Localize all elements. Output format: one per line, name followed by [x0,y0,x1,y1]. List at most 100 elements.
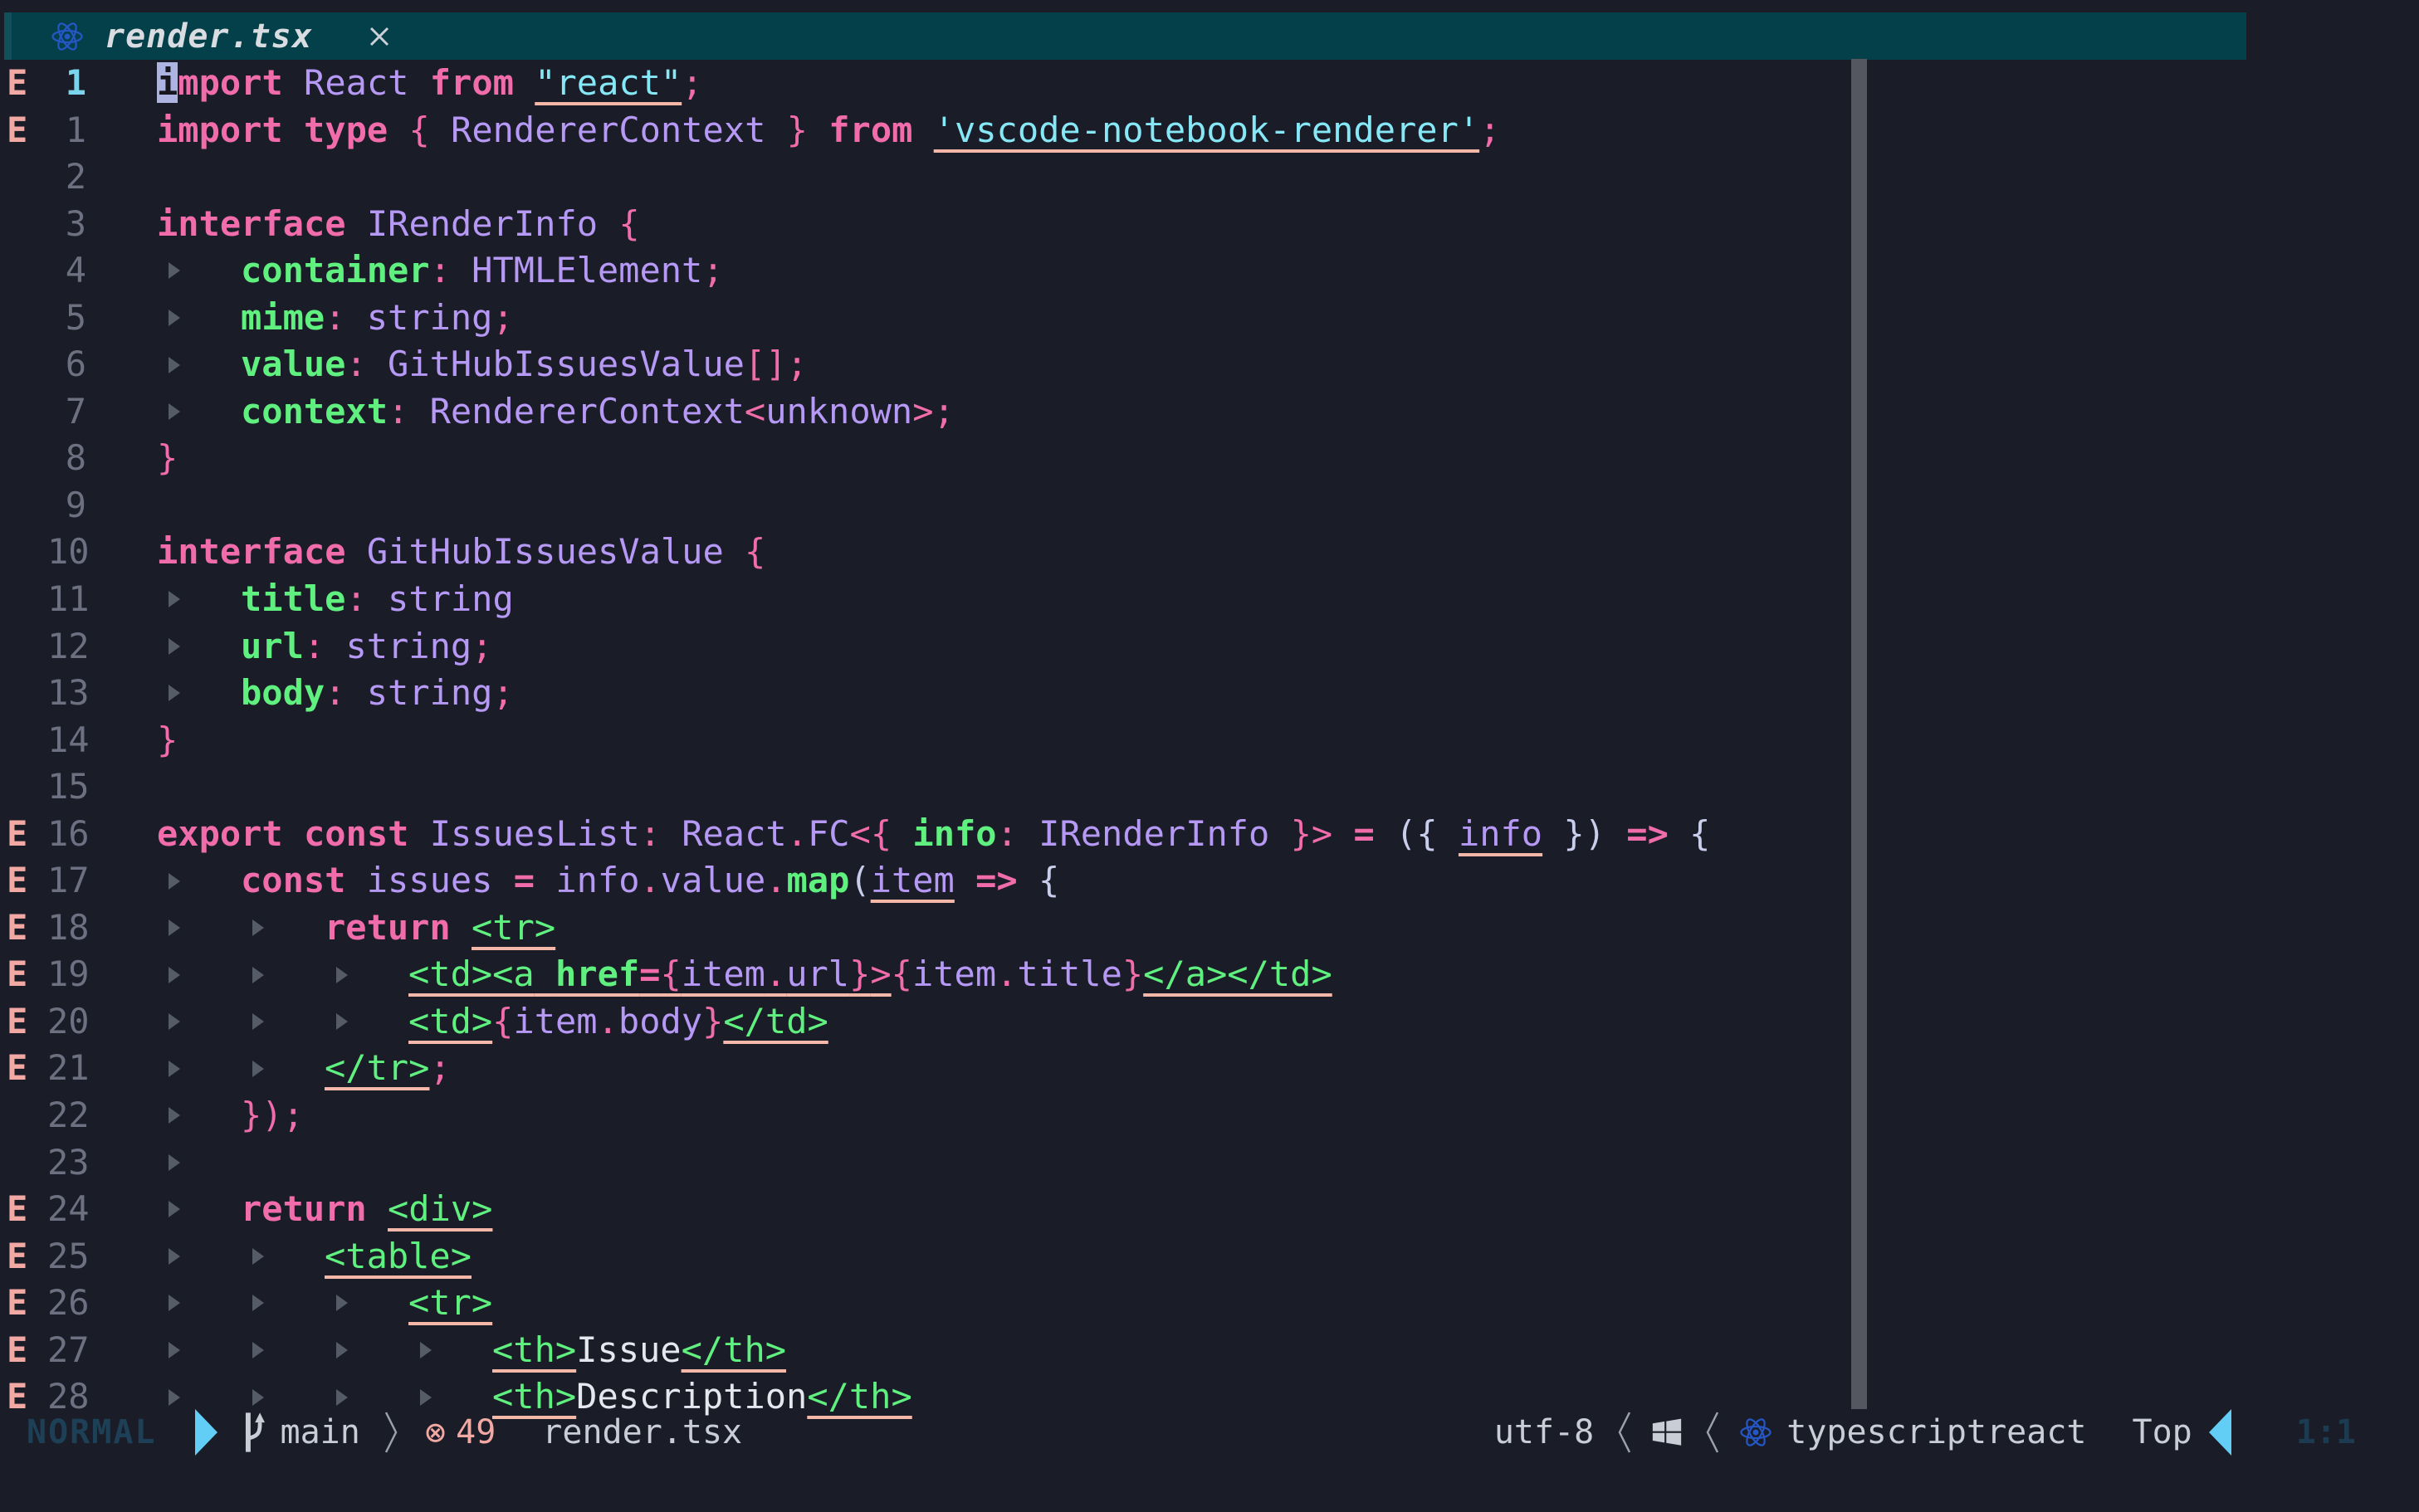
line-number: 17 [47,857,86,905]
code-line[interactable]: E20<td>{item.body}</td> [0,998,1851,1046]
gutter-sign: E [0,951,47,998]
line-number: 7 [47,388,86,436]
token [661,813,682,854]
token [346,531,367,572]
code-line[interactable]: E16export const IssuesList: React.FC<{ i… [0,811,1851,858]
cursor-position: 1:1 [2296,1413,2356,1451]
token: : [430,250,451,290]
token: export [157,813,283,854]
token: 'vscode-notebook-renderer' [934,110,1479,150]
indent-marker-icon [408,1327,492,1374]
gutter-sign [0,341,47,388]
token: ; [786,344,807,384]
code-text: body: string; [157,670,514,717]
code-line[interactable]: 9 [0,482,1851,529]
token: value [661,860,765,900]
token: = [639,954,660,994]
code-line[interactable]: E19<td><a href={item.url}>{item.title}</… [0,951,1851,998]
code-text: return <div> [157,1186,492,1233]
tab-title[interactable]: render.tsx [105,17,313,56]
status-filename: render.tsx [542,1413,742,1451]
code-line[interactable]: 22}); [0,1092,1851,1139]
token: : [388,391,408,432]
token: RendererContext [451,110,765,150]
token: . [598,1001,618,1041]
code-line[interactable]: E1import type { RendererContext } from '… [0,107,1851,154]
status-bar: NORMAL main ⊗ 49 render.tsx utf-8 [0,1408,2419,1456]
code-line[interactable]: 12url: string; [0,623,1851,671]
code-line[interactable]: E26<tr> [0,1280,1851,1327]
token: { [892,954,912,994]
token: ; [472,626,492,666]
token: GitHubIssuesValue [388,344,745,384]
code-line[interactable]: 13body: string; [0,670,1851,717]
token: { [1689,813,1710,854]
code-line[interactable]: E27<th>Issue</th> [0,1327,1851,1374]
code-line[interactable]: E24return <div> [0,1186,1851,1233]
indent-marker-icon [325,1280,408,1327]
indent-marker-icon [241,1045,325,1092]
token: <{ [850,813,892,854]
token: = [514,860,535,900]
line-number: 4 [47,247,86,295]
token: } [787,110,808,150]
code-line[interactable]: E21</tr>; [0,1045,1851,1092]
token: }> [1291,813,1333,854]
token [808,110,828,150]
token: context [241,391,388,432]
tab-close-icon[interactable] [366,23,393,50]
token: value [241,344,345,384]
indent-marker-icon [157,1280,241,1327]
token: > [912,391,933,432]
code-line[interactable]: E1import React from "react"; [0,60,1851,107]
code-line[interactable]: 14} [0,717,1851,764]
token: ; [492,297,513,338]
gutter-sign [0,529,47,576]
separator-triangle-left-icon [2209,1409,2231,1456]
code-line[interactable]: 23 [0,1139,1851,1187]
token [535,954,555,994]
token: [] [745,344,787,384]
code-line[interactable]: 8} [0,435,1851,482]
code-line[interactable]: 2 [0,154,1851,201]
token: . [787,813,808,854]
token [345,297,366,338]
token: { [492,1001,513,1041]
code-line[interactable]: 7 context: RendererContext<unknown>; [0,388,1851,436]
token: : [325,297,345,338]
code-line[interactable]: 10interface GitHubIssuesValue { [0,529,1851,576]
token: item [871,860,955,900]
code-line[interactable]: 15 [0,763,1851,811]
code-line[interactable]: 4container: HTMLElement; [0,247,1851,295]
code-line[interactable]: E18return <tr> [0,905,1851,952]
indent-marker-icon [157,295,241,342]
indent-marker-icon [157,1233,241,1280]
code-text: }); [157,1092,304,1139]
code-text: <th>Issue</th> [157,1327,786,1374]
code-text: context: RendererContext<unknown>; [157,388,955,436]
token: return [325,907,451,948]
code-text: <td>{item.body}</td> [157,998,828,1046]
token: > [870,954,891,994]
token: ( [849,860,870,900]
scrollbar[interactable] [1851,59,1867,1409]
token: { [745,531,765,572]
token: href [555,954,639,994]
code-line[interactable]: E17const issues = info.value.map(item =>… [0,857,1851,905]
code-line[interactable]: 11title: string [0,576,1851,623]
gutter-sign: E [0,1233,47,1280]
token: <td> [408,1001,492,1041]
token: RendererContext [430,391,745,432]
code-line[interactable]: 6value: GitHubIssuesValue[]; [0,341,1851,388]
token [1018,860,1038,900]
tab-bar: render.tsx [4,12,2246,60]
token [367,578,388,619]
code-line[interactable]: 3interface IRenderInfo { [0,201,1851,248]
token: } [1122,954,1143,994]
code-line[interactable]: E25<table> [0,1233,1851,1280]
react-icon [50,19,85,54]
token: } [702,1001,723,1041]
code-line[interactable]: 5mime: string; [0,295,1851,342]
indent-marker-icon [157,905,241,952]
git-branch-icon [239,1411,269,1454]
